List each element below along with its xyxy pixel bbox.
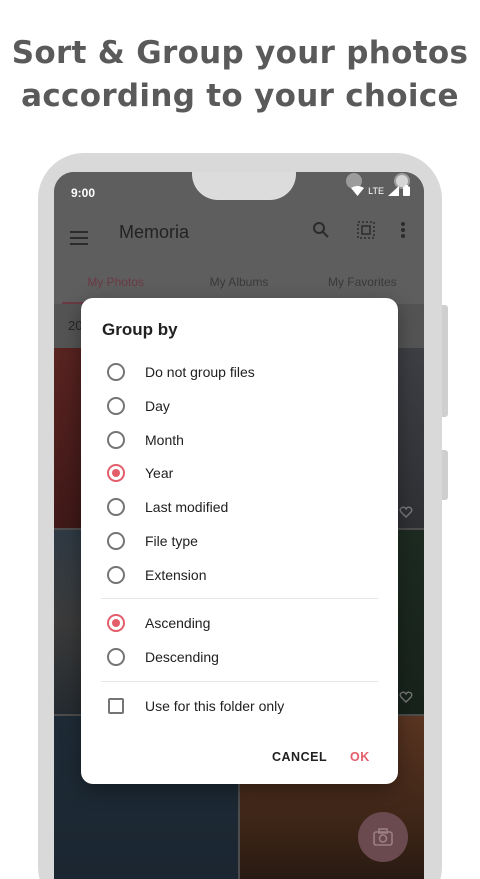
menu-icon[interactable] [70, 231, 88, 245]
phone-side-button [442, 305, 448, 417]
option-label: File type [145, 533, 198, 549]
status-icons: LTE [351, 185, 410, 196]
camera-fab[interactable] [358, 812, 408, 862]
option-label: Use for this folder only [145, 698, 285, 714]
cancel-button[interactable]: CANCEL [272, 750, 327, 764]
option-month[interactable]: Month [81, 423, 398, 457]
more-vert-icon[interactable] [400, 221, 406, 239]
divider [101, 681, 378, 682]
radio-button[interactable] [107, 532, 125, 550]
status-time: 9:00 [71, 186, 96, 200]
radio-button[interactable] [107, 498, 125, 516]
camera-icon [373, 828, 393, 846]
radio-button[interactable] [107, 566, 125, 584]
option-label: Ascending [145, 615, 211, 631]
search-icon[interactable] [312, 221, 330, 239]
radio-button-selected[interactable] [107, 614, 125, 632]
headline-line-2: according to your choice [21, 78, 459, 114]
radio-button[interactable] [107, 363, 125, 381]
option-folder-only[interactable]: Use for this folder only [81, 689, 398, 723]
option-label: Day [145, 398, 170, 414]
signal-icon [388, 185, 399, 196]
option-label: Year [145, 465, 174, 481]
camera-notch [192, 172, 410, 200]
status-bar: 9:00 LTE [54, 172, 424, 212]
option-label: Month [145, 432, 184, 448]
checkbox[interactable] [108, 698, 124, 714]
option-label: Last modified [145, 499, 229, 515]
phone-side-button [442, 450, 448, 500]
option-file-type[interactable]: File type [81, 524, 398, 558]
app-toolbar: Memoria [54, 212, 424, 268]
divider [101, 598, 378, 599]
option-label: Descending [145, 649, 219, 665]
select-all-icon[interactable] [357, 221, 375, 239]
option-ascending[interactable]: Ascending [81, 606, 398, 640]
radio-button-selected[interactable] [107, 464, 125, 482]
app-title: Memoria [119, 222, 190, 242]
option-descending[interactable]: Descending [81, 640, 398, 674]
ok-button[interactable]: OK [350, 750, 370, 764]
wifi-icon [351, 185, 365, 196]
group-by-dialog: Group by Do not group files Day Month Ye… [81, 298, 398, 784]
option-label: Extension [145, 567, 207, 583]
radio-button[interactable] [107, 397, 125, 415]
favorite-heart-icon[interactable] [399, 690, 413, 704]
headline-line-1: Sort & Group your photos [11, 35, 469, 71]
favorite-heart-icon[interactable] [399, 505, 413, 519]
option-last-modified[interactable]: Last modified [81, 490, 398, 524]
option-year[interactable]: Year [81, 456, 398, 490]
option-extension[interactable]: Extension [81, 558, 398, 592]
radio-button[interactable] [107, 648, 125, 666]
radio-button[interactable] [107, 431, 125, 449]
option-day[interactable]: Day [81, 389, 398, 423]
battery-icon [403, 185, 410, 196]
dialog-title: Group by [102, 320, 178, 339]
promo-headline: Sort & Group your photos according to yo… [0, 32, 480, 118]
network-type: LTE [368, 185, 384, 196]
option-do-not-group-files[interactable]: Do not group files [81, 355, 398, 389]
option-label: Do not group files [145, 364, 255, 380]
